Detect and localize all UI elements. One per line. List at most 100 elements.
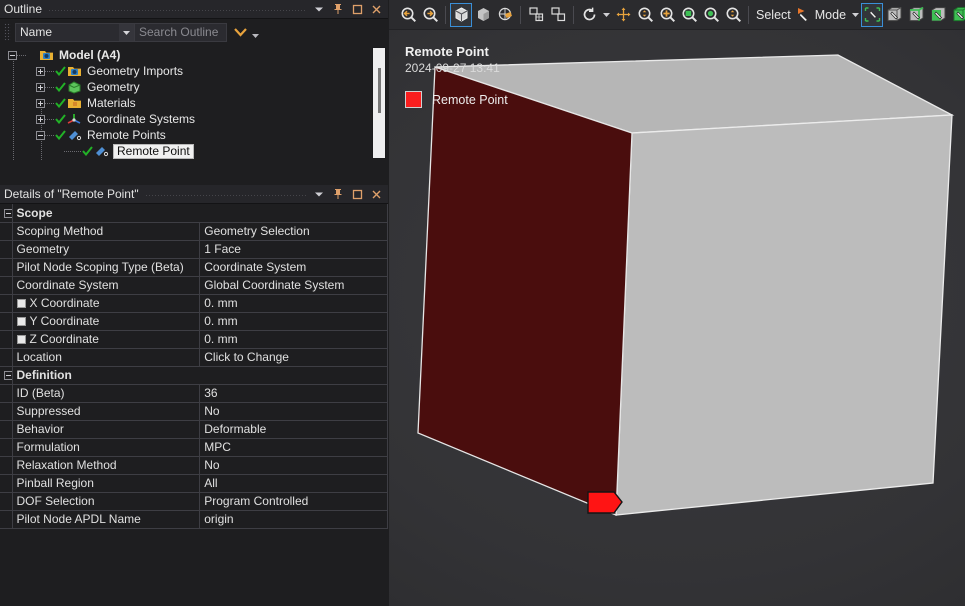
table-row[interactable]: X Coordinate 0. mm xyxy=(0,294,388,313)
collapse-minus-icon[interactable] xyxy=(4,209,11,219)
property-value[interactable]: origin xyxy=(199,510,388,529)
table-row[interactable]: Suppressed No xyxy=(0,402,388,421)
shaded-exterior-icon[interactable] xyxy=(472,3,494,27)
toolbar-overflow-icon[interactable] xyxy=(251,28,260,42)
select-vertex-icon[interactable] xyxy=(883,3,905,27)
maximize-icon[interactable] xyxy=(351,188,363,201)
rotate-icon[interactable] xyxy=(578,3,600,27)
property-value[interactable]: Global Coordinate System xyxy=(199,276,388,295)
select-body-icon[interactable] xyxy=(949,3,965,27)
search-input[interactable] xyxy=(135,24,226,40)
mode-dropdown-caret[interactable] xyxy=(850,3,861,27)
shaded-exterior-edges-icon[interactable] xyxy=(450,2,472,27)
table-row[interactable]: Z Coordinate 0. mm xyxy=(0,330,388,349)
maximize-icon[interactable] xyxy=(351,3,363,16)
expander-plus-icon[interactable] xyxy=(36,98,45,108)
tree-item-model[interactable]: Model (A4) xyxy=(0,47,388,63)
table-row[interactable]: Location Click to Change xyxy=(0,348,388,367)
thicken-shells-icon[interactable] xyxy=(547,3,569,27)
z-coordinate-checkbox[interactable] xyxy=(16,335,26,344)
property-value[interactable]: Program Controlled xyxy=(199,492,388,511)
mode-label[interactable]: Mode xyxy=(815,8,846,22)
zoom-out-icon[interactable] xyxy=(722,3,744,27)
chevron-down-icon[interactable] xyxy=(119,23,134,41)
table-row-pilot-node-apdl-name[interactable]: Pilot Node APDL Name origin xyxy=(0,510,388,529)
tree-item-coordinate-systems[interactable]: Coordinate Systems xyxy=(0,111,388,127)
outline-filter-combo[interactable]: Name xyxy=(15,22,135,42)
property-value[interactable]: 1 Face xyxy=(199,240,388,259)
tree-item-geometry[interactable]: Geometry xyxy=(0,79,388,95)
property-value[interactable]: 36 xyxy=(199,384,388,403)
expander-minus-icon[interactable] xyxy=(36,130,45,140)
pan-icon[interactable] xyxy=(612,3,634,27)
remote-point-marker[interactable] xyxy=(587,491,623,514)
close-icon[interactable] xyxy=(370,3,382,16)
table-row[interactable]: ID (Beta) 36 xyxy=(0,384,388,403)
table-row[interactable]: Relaxation Method No xyxy=(0,456,388,475)
titlebar-drag-dots[interactable] xyxy=(48,0,307,18)
dropdown-icon[interactable] xyxy=(313,3,325,16)
table-row[interactable]: Coordinate System Global Coordinate Syst… xyxy=(0,276,388,295)
scrollbar-thumb[interactable] xyxy=(378,68,381,113)
titlebar-drag-dots[interactable] xyxy=(144,185,307,203)
3d-viewport[interactable]: Remote Point 2024-09-27 13:41 Remote Poi… xyxy=(389,30,965,606)
property-value[interactable]: Deformable xyxy=(199,420,388,439)
outline-vertical-scrollbar[interactable] xyxy=(372,47,386,159)
expander-plus-icon[interactable] xyxy=(36,82,45,92)
y-coordinate-checkbox[interactable] xyxy=(16,317,26,326)
zoom-previous-icon[interactable] xyxy=(397,3,419,27)
expander-minus-icon[interactable] xyxy=(8,50,17,60)
pin-icon[interactable] xyxy=(332,3,344,16)
property-value[interactable]: No xyxy=(199,456,388,475)
group-collapse-cell[interactable] xyxy=(0,366,13,385)
select-all-icon[interactable] xyxy=(861,2,884,27)
tree-item-remote-points[interactable]: Remote Points xyxy=(0,127,388,143)
box-zoom-icon[interactable] xyxy=(656,3,678,27)
select-edge-icon[interactable] xyxy=(905,3,927,27)
show-mesh-icon[interactable] xyxy=(525,3,547,27)
tree-item-mesh[interactable]: Mesh xyxy=(0,159,388,161)
property-value[interactable]: Geometry Selection xyxy=(199,222,388,241)
table-row[interactable]: Pinball Region All xyxy=(0,474,388,493)
cursor-select-icon[interactable] xyxy=(794,3,812,27)
table-row[interactable]: Formulation MPC xyxy=(0,438,388,457)
property-value[interactable]: MPC xyxy=(199,438,388,457)
table-row[interactable]: Scoping Method Geometry Selection xyxy=(0,222,388,241)
wireframe-icon[interactable] xyxy=(494,3,516,27)
tree-item-materials[interactable]: Materials xyxy=(0,95,388,111)
search-outline-box[interactable] xyxy=(135,22,227,42)
zoom-to-fit-icon[interactable] xyxy=(678,3,700,27)
property-value[interactable]: Coordinate System xyxy=(199,258,388,277)
table-row[interactable]: Geometry 1 Face xyxy=(0,240,388,259)
collapse-minus-icon[interactable] xyxy=(4,371,11,381)
x-coordinate-checkbox[interactable] xyxy=(16,299,26,308)
pin-icon[interactable] xyxy=(332,188,344,201)
close-icon[interactable] xyxy=(370,188,382,201)
magnify-icon[interactable] xyxy=(700,3,722,27)
tree-item-remote-point[interactable]: Remote Point xyxy=(0,143,388,159)
zoom-next-icon[interactable] xyxy=(419,3,441,27)
rotate-dropdown-caret[interactable] xyxy=(600,3,612,27)
property-value[interactable]: 0. mm xyxy=(199,294,388,313)
select-face-icon[interactable] xyxy=(927,3,949,27)
zoom-icon[interactable] xyxy=(634,3,656,27)
details-group-definition[interactable]: Definition xyxy=(0,366,388,385)
property-value[interactable]: All xyxy=(199,474,388,493)
property-value[interactable]: Click to Change xyxy=(199,348,388,367)
property-value[interactable]: 0. mm xyxy=(199,330,388,349)
expander-plus-icon[interactable] xyxy=(36,114,45,124)
table-row[interactable]: DOF Selection Program Controlled xyxy=(0,492,388,511)
toolbar-grip[interactable] xyxy=(4,23,11,41)
details-group-scope[interactable]: Scope xyxy=(0,204,388,223)
group-collapse-cell[interactable] xyxy=(0,204,13,223)
expander-plus-icon[interactable] xyxy=(36,66,45,76)
property-value[interactable]: No xyxy=(199,402,388,421)
table-row[interactable]: Pilot Node Scoping Type (Beta) Coordinat… xyxy=(0,258,388,277)
select-label[interactable]: Select xyxy=(756,8,791,22)
cube-model[interactable] xyxy=(389,30,965,606)
property-value[interactable]: 0. mm xyxy=(199,312,388,331)
model-scoped-face[interactable] xyxy=(417,66,633,516)
table-row[interactable]: Y Coordinate 0. mm xyxy=(0,312,388,331)
tree-item-geometry-imports[interactable]: Geometry Imports xyxy=(0,63,388,79)
search-expand-icon[interactable] xyxy=(233,26,248,38)
